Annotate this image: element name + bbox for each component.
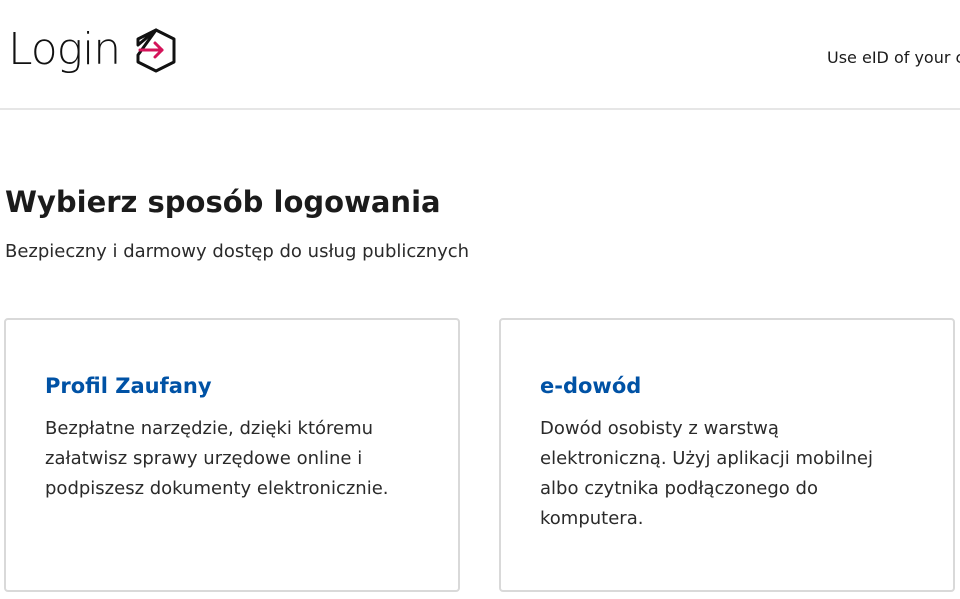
- e-dowod-title[interactable]: e-dowód: [540, 372, 641, 400]
- e-dowod-card[interactable]: e-dowód Dowód osobisty z warstwą elektro…: [499, 318, 955, 592]
- login-arrow-icon: [134, 26, 178, 74]
- profil-zaufany-description: Bezpłatne narzędzie, dzięki któremu zała…: [45, 418, 389, 499]
- e-dowod-description: Dowód osobisty z warstwą elektroniczną. …: [540, 418, 873, 529]
- page-subtitle: Bezpieczny i darmowy dostęp do usług pub…: [5, 241, 470, 262]
- eid-language-link[interactable]: Use eID of your c: [827, 48, 960, 67]
- brand-title: Login: [8, 24, 121, 75]
- brand: Login: [8, 22, 178, 78]
- page-title: Wybierz sposób logowania: [5, 185, 441, 219]
- profil-zaufany-title[interactable]: Profil Zaufany: [45, 372, 212, 400]
- page-header: Login Use eID of your c: [0, 0, 960, 110]
- profil-zaufany-card[interactable]: Profil Zaufany Bezpłatne narzędzie, dzię…: [4, 318, 460, 592]
